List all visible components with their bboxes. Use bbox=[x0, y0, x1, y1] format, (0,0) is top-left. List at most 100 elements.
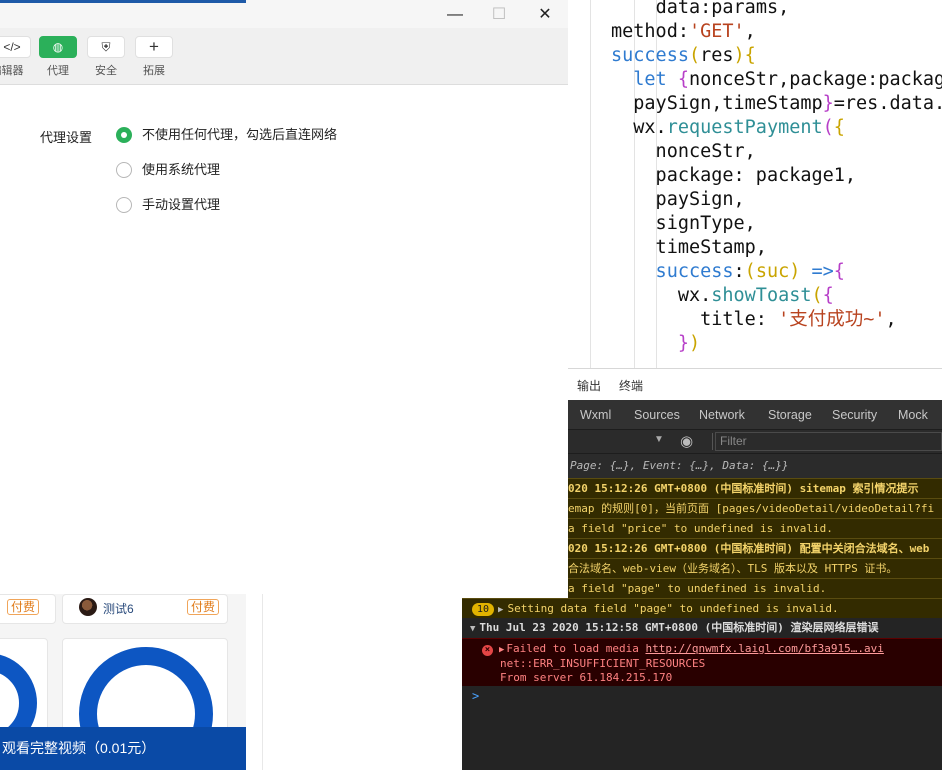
toolbar-item-editor[interactable]: </> 编辑器 bbox=[0, 36, 34, 78]
error-link[interactable]: http://qnwmfx.laigl.com/bf3a915….avi bbox=[646, 642, 884, 655]
code-token: requestPayment bbox=[666, 117, 823, 138]
code-line: success:(suc) =>{ bbox=[611, 260, 942, 284]
toolbar-item-proxy[interactable]: ◍ 代理 bbox=[36, 36, 80, 78]
code-token: data bbox=[655, 0, 701, 18]
globe-icon: ◍ bbox=[39, 36, 77, 58]
radio-checked-icon[interactable] bbox=[116, 127, 132, 143]
eye-icon[interactable]: ◉ bbox=[680, 432, 693, 450]
toolbar-label: 代理 bbox=[47, 65, 69, 77]
close-icon[interactable]: ✕ bbox=[533, 4, 557, 26]
code-line: nonceStr, bbox=[611, 140, 942, 164]
console-filter-input[interactable]: Filter bbox=[715, 432, 942, 451]
code-line: package: package1, bbox=[611, 164, 942, 188]
code-token: 'GET' bbox=[688, 21, 745, 42]
toolbar-label: 拓展 bbox=[143, 65, 165, 77]
divider bbox=[262, 594, 263, 770]
tab-output[interactable]: 输出 bbox=[577, 377, 601, 394]
code-line: wx.requestPayment({ bbox=[611, 116, 942, 140]
code-token: , bbox=[744, 21, 756, 42]
expand-arrow-icon[interactable]: ▶ bbox=[498, 605, 503, 615]
code-token: { bbox=[677, 69, 689, 90]
video-card-header[interactable]: 付费 bbox=[0, 594, 56, 624]
code-token: wx. bbox=[611, 285, 712, 306]
user-name: 测试6 bbox=[103, 602, 134, 616]
tab-wxml[interactable]: Wxml bbox=[580, 408, 611, 422]
code-token: ( bbox=[822, 117, 834, 138]
code-token: paySign,timeStamp bbox=[611, 93, 823, 114]
code-token: ( bbox=[744, 261, 756, 282]
tab-security[interactable]: Security bbox=[832, 408, 877, 422]
maximize-icon[interactable]: ☐ bbox=[487, 4, 511, 26]
tab-terminal[interactable]: 终端 bbox=[619, 377, 643, 394]
code-token: let bbox=[611, 69, 678, 90]
code-line: wx.showToast({ bbox=[611, 284, 942, 308]
option-label: 使用系统代理 bbox=[142, 162, 221, 177]
code-token: success bbox=[611, 261, 734, 282]
indent-guide bbox=[590, 0, 591, 368]
code-line: signType, bbox=[611, 212, 942, 236]
code-token: res bbox=[700, 45, 734, 66]
code-token: { bbox=[822, 285, 834, 306]
window-accent-bar bbox=[0, 0, 246, 3]
code-line: let {nonceStr,package:packag bbox=[611, 68, 942, 92]
console-group-header[interactable]: ▼ Thu Jul 23 2020 15:12:58 GMT+0800 (中国标准… bbox=[462, 618, 942, 639]
toolbar-label: 安全 bbox=[95, 65, 117, 77]
code-token: ) bbox=[733, 45, 745, 66]
dropdown-arrow-icon[interactable]: ▼ bbox=[654, 434, 664, 445]
code-line: success(res){ bbox=[611, 44, 942, 68]
toolbar-label: 编辑器 bbox=[0, 65, 24, 77]
code-token: wx. bbox=[611, 117, 667, 138]
code-token: ) bbox=[688, 333, 701, 354]
video-card-thumbnail[interactable] bbox=[62, 638, 228, 770]
collapse-arrow-icon[interactable]: ▼ bbox=[470, 624, 475, 634]
minimize-icon[interactable]: — bbox=[443, 4, 467, 26]
error-text: From server 61.184.215.170 bbox=[500, 671, 673, 684]
expand-arrow-icon[interactable]: ▶ bbox=[499, 645, 504, 655]
code-token: , bbox=[885, 309, 897, 330]
tab-network[interactable]: Network bbox=[699, 408, 745, 422]
code-token: : bbox=[733, 261, 745, 282]
blank-area bbox=[246, 594, 462, 770]
radio-unchecked-icon[interactable] bbox=[116, 162, 132, 178]
code-token: '支付成功~' bbox=[778, 309, 886, 330]
code-line: timeStamp, bbox=[611, 236, 942, 260]
code-token: package bbox=[611, 165, 734, 186]
error-text: net::ERR_INSUFFICIENT_RESOURCES bbox=[500, 657, 706, 670]
tab-mock[interactable]: Mock bbox=[898, 408, 928, 422]
tab-storage[interactable]: Storage bbox=[768, 408, 812, 422]
tab-sources[interactable]: Sources bbox=[634, 408, 680, 422]
prompt-icon: > bbox=[472, 689, 480, 703]
code-token: { bbox=[744, 45, 756, 66]
radio-unchecked-icon[interactable] bbox=[116, 197, 132, 213]
code-line: title: '支付成功~', bbox=[611, 308, 942, 332]
shield-icon: ⛨ bbox=[87, 36, 125, 58]
code-token: : package1, bbox=[733, 165, 857, 186]
console-input[interactable]: > bbox=[462, 686, 942, 770]
video-card-header[interactable]: 测试6 付费 bbox=[62, 594, 228, 624]
code-editor[interactable]: data:params, method:'GET', success(res){ l… bbox=[568, 0, 942, 368]
code-line: paySign,timeStamp}=res.data. bbox=[611, 92, 942, 116]
video-card-thumbnail[interactable] bbox=[0, 638, 48, 753]
code-token: => bbox=[811, 261, 834, 282]
code-token: : bbox=[755, 309, 779, 330]
option-label: 不使用任何代理，勾选后直连网络 bbox=[142, 127, 338, 142]
code-token: suc bbox=[755, 261, 790, 282]
console-warning-group[interactable]: 10 ▶ Setting data field "page" to undefine… bbox=[462, 598, 942, 620]
console-warning: 020 15:12:26 GMT+0800 (中国标准时间) sitemap 索… bbox=[568, 478, 942, 499]
code-token: method bbox=[611, 21, 678, 42]
code-token: ) bbox=[789, 261, 812, 282]
watch-full-video-button[interactable]: 观看完整视频（0.01元） bbox=[0, 727, 246, 770]
console-line: Page: {…}, Event: {…}, Data: {…}} bbox=[570, 456, 942, 476]
console-warning: a field "price" to undefined is invalid. bbox=[568, 518, 942, 539]
paid-badge: 付费 bbox=[7, 599, 40, 615]
toolbar-item-security[interactable]: ⛨ 安全 bbox=[84, 36, 128, 78]
code-token: nonceStr,package:packag bbox=[688, 69, 942, 90]
settings-toolbar: </> 编辑器 ◍ 代理 ⛨ 安全 + 拓展 bbox=[0, 28, 568, 85]
code-line: method:'GET', bbox=[611, 20, 942, 44]
code-lines: data:params, method:'GET', success(res){ l… bbox=[611, 0, 942, 356]
simulator-view: 付费 测试6 付费 观看完整视频（0.01元） bbox=[0, 594, 246, 770]
toolbar-item-extensions[interactable]: + 拓展 bbox=[132, 36, 176, 78]
code-token: ( bbox=[811, 285, 823, 306]
code-token: paySign, bbox=[611, 189, 745, 210]
